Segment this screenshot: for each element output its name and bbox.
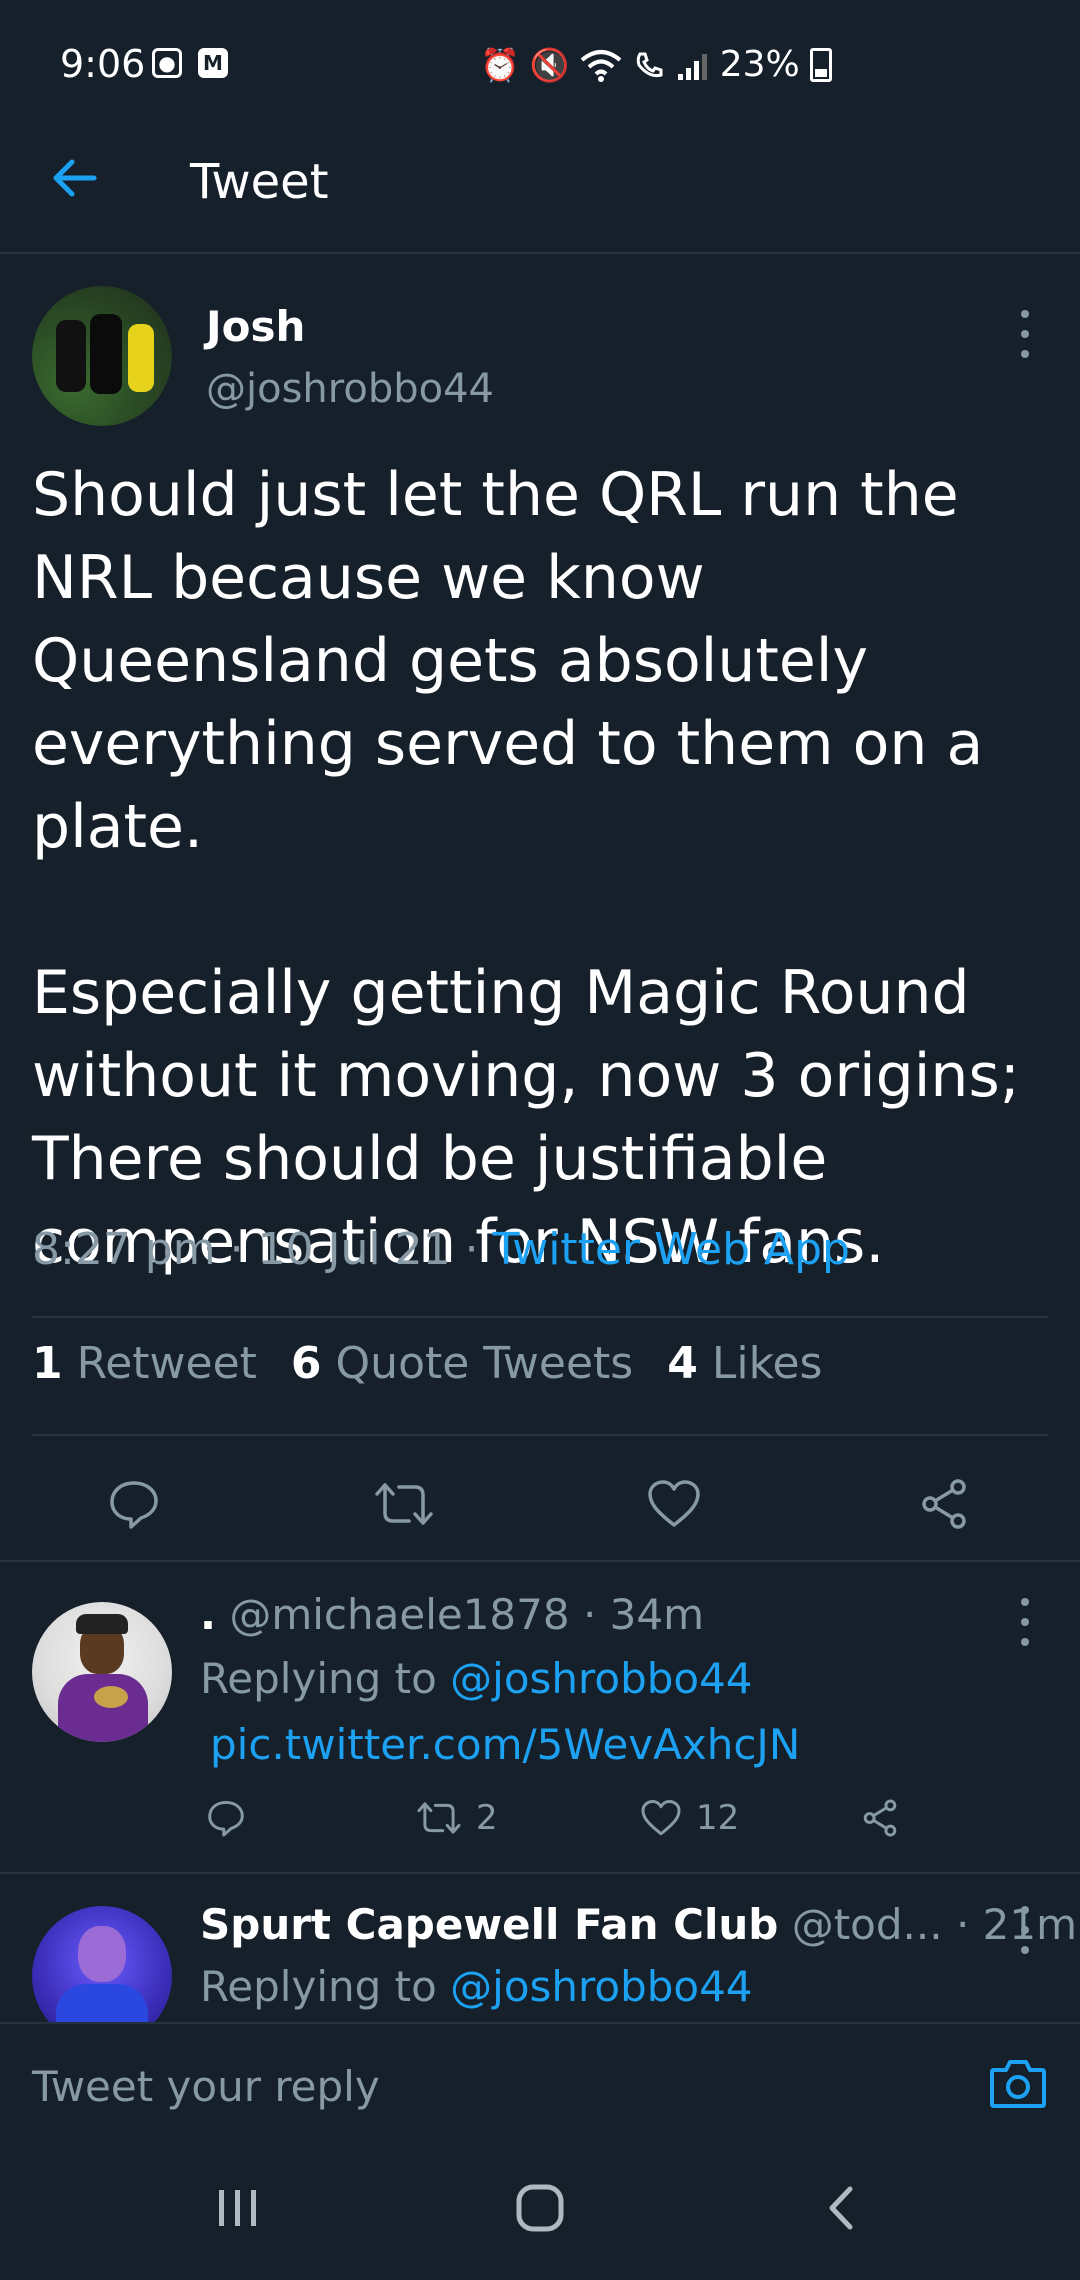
reply-actions: 2 12 xyxy=(200,1798,920,1858)
media-link[interactable]: pic.twitter.com/5WevAxhcJN xyxy=(210,1720,800,1769)
tweet-stats: 1 Retweet 6 Quote Tweets 4 Likes xyxy=(32,1338,822,1389)
share-button[interactable] xyxy=(904,1464,984,1544)
more-icon xyxy=(1021,1598,1029,1606)
reply-icon xyxy=(110,1481,158,1529)
status-time: 9:06 xyxy=(60,42,146,86)
tweet-text: Should just let the QRL run the NRL beca… xyxy=(32,460,1020,1277)
reply-author-name[interactable]: Spurt Capewell Fan Club xyxy=(200,1900,778,1949)
reply-compose-bar: Tweet your reply xyxy=(0,2022,1080,2142)
heart-icon xyxy=(641,1800,681,1836)
more-options-button[interactable] xyxy=(1010,1598,1040,1646)
reply-tweet[interactable]: Spurt Capewell Fan Club @tod... · 21m Re… xyxy=(0,1874,1080,2022)
back-button[interactable] xyxy=(44,148,104,208)
gmail-icon: M xyxy=(198,48,228,78)
back-nav-button[interactable] xyxy=(802,2178,882,2238)
quote-tweets-stat[interactable]: 6 Quote Tweets xyxy=(291,1338,633,1389)
more-options-button[interactable] xyxy=(1010,1906,1040,1954)
reply-author-name[interactable]: . xyxy=(200,1590,216,1639)
signal-icon xyxy=(677,53,707,80)
retweet-icon xyxy=(417,1802,461,1834)
wifi-icon xyxy=(580,49,621,82)
chevron-left-icon xyxy=(829,2186,853,2230)
reply-author-handle[interactable]: @michaele1878 xyxy=(229,1590,569,1639)
like-button[interactable]: 12 xyxy=(640,1798,739,1838)
reply-input[interactable]: Tweet your reply xyxy=(32,2062,380,2111)
retweet-button[interactable]: 2 xyxy=(416,1798,498,1838)
arrow-left-icon xyxy=(53,159,97,197)
mute-icon: 🔇 xyxy=(529,45,570,84)
tweet-date: 10 Jul 21 xyxy=(257,1224,451,1275)
system-nav-bar xyxy=(0,2140,1080,2280)
alarm-icon: ⏰ xyxy=(480,45,520,84)
retweets-stat[interactable]: 1 Retweet xyxy=(32,1338,257,1389)
more-icon xyxy=(1021,310,1029,318)
tweet-meta: 8:27 pm · 10 Jul 21 · Twitter Web App xyxy=(32,1224,850,1275)
home-button[interactable] xyxy=(500,2178,580,2238)
reply-button[interactable] xyxy=(94,1464,174,1544)
share-icon xyxy=(863,1799,897,1837)
replying-to-link[interactable]: @joshrobbo44 xyxy=(450,1654,752,1703)
replying-to: Replying to @joshrobbo44 xyxy=(200,1962,753,2011)
camera-button[interactable] xyxy=(988,2056,1048,2112)
more-options-button[interactable] xyxy=(1010,310,1040,358)
tweet-actions xyxy=(0,1464,1080,1570)
avatar[interactable] xyxy=(32,1602,172,1742)
page-title: Tweet xyxy=(190,154,329,210)
author-name[interactable]: Josh xyxy=(206,302,305,351)
tweet-source-link[interactable]: Twitter Web App xyxy=(493,1224,850,1275)
reply-tweet[interactable]: . @michaele1878 · 34m Replying to @joshr… xyxy=(0,1562,1080,1872)
replying-to-link[interactable]: @joshrobbo44 xyxy=(450,1962,752,2011)
divider xyxy=(32,1434,1048,1436)
header: Tweet xyxy=(0,108,1080,254)
recent-apps-icon xyxy=(219,2190,256,2226)
share-button[interactable] xyxy=(860,1798,900,1838)
retweet-icon xyxy=(375,1483,433,1525)
battery-icon xyxy=(809,47,832,82)
home-icon xyxy=(516,2184,564,2232)
camera-icon xyxy=(990,2060,1046,2108)
share-icon xyxy=(922,1479,966,1529)
avatar[interactable] xyxy=(32,1906,172,2022)
author-handle[interactable]: @joshrobbo44 xyxy=(206,366,494,412)
heart-icon xyxy=(648,1480,700,1527)
like-count: 12 xyxy=(696,1798,740,1838)
screen-record-icon: ● xyxy=(152,48,182,78)
reply-button[interactable] xyxy=(206,1798,246,1838)
divider xyxy=(32,1316,1048,1318)
likes-stat[interactable]: 4 Likes xyxy=(667,1338,822,1389)
more-icon xyxy=(1021,1906,1029,1914)
reply-icon xyxy=(208,1800,244,1837)
avatar[interactable] xyxy=(32,286,172,426)
battery-percentage: 23% xyxy=(719,44,800,85)
retweet-button[interactable] xyxy=(364,1464,444,1544)
wifi-calling-icon xyxy=(636,52,663,77)
status-bar: 9:06 ● M ⏰ 🔇 23% xyxy=(0,0,1080,108)
reply-time: 34m xyxy=(609,1590,705,1639)
recent-apps-button[interactable] xyxy=(198,2178,278,2238)
replying-to: Replying to @joshrobbo44 xyxy=(200,1654,753,1703)
reply-author-handle[interactable]: @tod... xyxy=(792,1900,943,1949)
like-button[interactable] xyxy=(634,1464,714,1544)
tweet-time: 8:27 pm xyxy=(32,1224,216,1275)
retweet-count: 2 xyxy=(476,1798,498,1838)
